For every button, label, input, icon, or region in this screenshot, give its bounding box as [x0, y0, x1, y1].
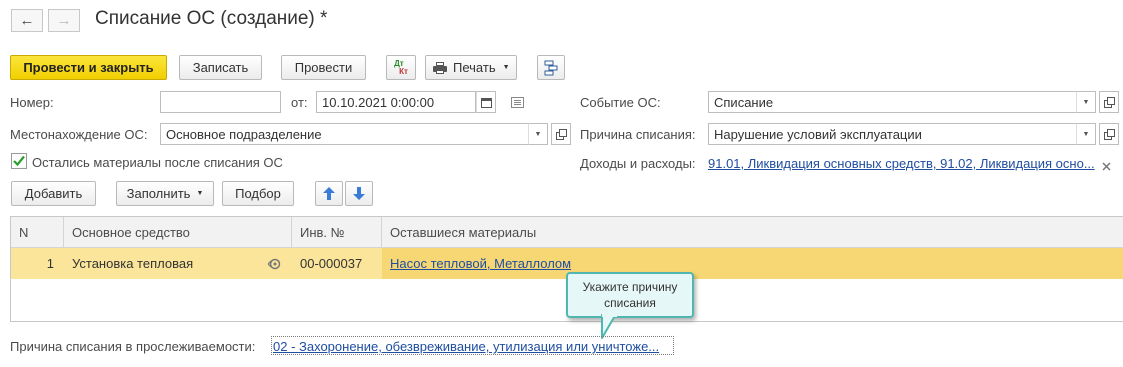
location-field[interactable]: Основное подразделение	[160, 123, 529, 145]
tooltip-line-1: Укажите причину	[582, 280, 678, 294]
cell-asset[interactable]: Установка тепловая	[64, 248, 292, 279]
cell-materials[interactable]: Насос тепловой, Металлолом	[382, 248, 1123, 279]
event-field[interactable]: Списание	[708, 91, 1077, 113]
number-label: Номер:	[10, 95, 54, 110]
column-header-inv[interactable]: Инв. №	[292, 217, 382, 248]
cell-n: 1	[46, 256, 54, 271]
arrow-left-icon: ←	[19, 12, 35, 29]
move-up-button[interactable]	[315, 181, 343, 206]
event-label: Событие ОС:	[580, 95, 661, 110]
arrow-right-icon: →	[56, 12, 72, 29]
print-label: Печать	[453, 60, 496, 75]
location-dropdown-button[interactable]: ▼	[528, 123, 548, 145]
arrow-down-icon	[353, 187, 365, 200]
page-title: Списание ОС (создание) *	[95, 8, 328, 29]
checkmark-icon	[11, 153, 27, 169]
structure-icon	[544, 60, 558, 75]
comment-icon	[511, 97, 524, 108]
add-button[interactable]: Добавить	[11, 181, 96, 206]
cell-inv: 00-000037	[300, 256, 363, 271]
date-field[interactable]: 10.10.2021 0:00:00	[316, 91, 476, 113]
back-button[interactable]: ←	[11, 9, 43, 32]
post-button[interactable]: Провести	[281, 55, 366, 80]
chevron-down-icon: ▼	[534, 130, 542, 138]
income-link[interactable]: 91.01, Ликвидация основных средств, 91.0…	[708, 156, 1100, 171]
chevron-down-icon: ▼	[1082, 98, 1090, 106]
fill-button[interactable]: Заполнить ▼	[116, 181, 214, 206]
print-button[interactable]: Печать ▼	[425, 55, 517, 80]
date-from-label: от:	[291, 95, 308, 110]
table-header: N Основное средство Инв. № Оставшиеся ма…	[11, 217, 1123, 248]
location-label: Местонахождение ОС:	[10, 127, 148, 142]
kt-label: Кт	[399, 66, 408, 76]
event-dropdown-button[interactable]: ▼	[1076, 91, 1096, 113]
dt-kt-button[interactable]: Дт Кт	[386, 55, 416, 80]
close-icon	[1102, 162, 1111, 171]
materials-link[interactable]: Насос тепловой, Металлолом	[390, 256, 571, 271]
number-field[interactable]	[160, 91, 281, 113]
column-header-n[interactable]: N	[11, 217, 64, 248]
materials-checkbox[interactable]	[11, 153, 27, 169]
trace-reason-link[interactable]: 02 - Захоронение, обезвреживание, утилиз…	[271, 336, 674, 355]
select-button[interactable]: Подбор	[222, 181, 294, 206]
chevron-down-icon: ▼	[196, 190, 204, 197]
column-header-materials[interactable]: Оставшиеся материалы	[382, 217, 1123, 248]
materials-checkbox-label: Остались материалы после списания ОС	[32, 155, 283, 170]
calendar-button[interactable]	[476, 91, 496, 113]
event-open-button[interactable]	[1099, 91, 1119, 113]
income-label: Доходы и расходы:	[580, 156, 696, 171]
chevron-down-icon: ▼	[1082, 130, 1090, 138]
calendar-icon	[480, 97, 492, 108]
reason-open-button[interactable]	[1099, 123, 1119, 145]
reason-dropdown-button[interactable]: ▼	[1076, 123, 1096, 145]
comment-button[interactable]	[511, 96, 524, 111]
traceability-icon	[267, 257, 283, 274]
column-header-asset[interactable]: Основное средство	[64, 217, 292, 248]
reason-field[interactable]: Нарушение условий эксплуатации	[708, 123, 1077, 145]
chevron-down-icon: ▼	[502, 64, 510, 71]
printer-icon	[433, 61, 447, 74]
trace-reason-label: Причина списания в прослеживаемости:	[10, 339, 256, 354]
validation-tooltip: Укажите причину списания	[566, 272, 694, 318]
fill-label: Заполнить	[126, 186, 191, 201]
clear-button[interactable]	[1102, 159, 1111, 174]
save-button[interactable]: Записать	[179, 55, 262, 80]
dt-kt-icon: Дт Кт	[394, 59, 408, 76]
structure-button[interactable]	[537, 55, 565, 80]
move-down-button[interactable]	[345, 181, 373, 206]
tooltip-line-2: списания	[604, 296, 656, 310]
forward-button[interactable]: →	[48, 9, 80, 32]
location-open-button[interactable]	[551, 123, 571, 145]
post-and-close-button[interactable]: Провести и закрыть	[10, 55, 167, 80]
arrow-up-icon	[323, 187, 335, 200]
reason-label: Причина списания:	[580, 127, 696, 142]
